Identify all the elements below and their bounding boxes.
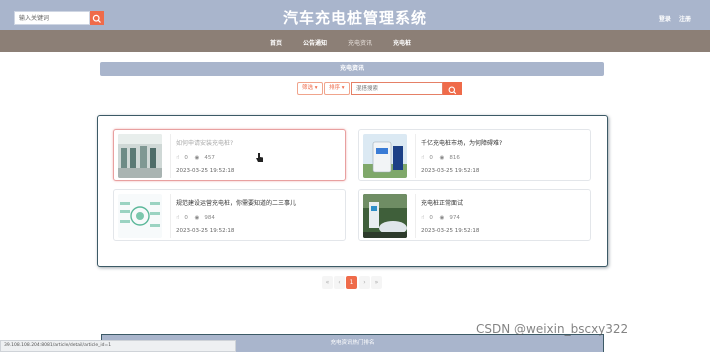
card-divider [415, 194, 416, 238]
pagination-prev[interactable]: ‹ [334, 276, 345, 289]
nav-item-chargers[interactable]: 充电桩 [393, 38, 411, 47]
login-link[interactable]: 登录 [659, 16, 671, 23]
eye-icon: ◉ [439, 155, 445, 161]
articles-panel: 如何申请安装充电桩? ☝ 0 ◉ 457 2023-03-25 19:52:18 千… [97, 115, 608, 267]
article-title[interactable]: 千亿充电桩市场，为何障碍难? [421, 138, 502, 147]
like-count: 0 [429, 215, 433, 221]
nav-item-home[interactable]: 首页 [270, 38, 282, 47]
article-time: 2023-03-25 19:52:18 [421, 228, 480, 234]
search-icon [448, 86, 457, 95]
auth-links: 登录 注册 [653, 14, 691, 23]
card-divider [170, 194, 171, 238]
pagination-first[interactable]: « [322, 276, 333, 289]
view-count: 457 [204, 155, 215, 161]
view-count: 984 [204, 215, 215, 221]
article-card[interactable]: 规范建设运营充电桩，你需要知道的二三事儿 ☝ 0 ◉ 984 2023-03-25 … [113, 189, 346, 241]
eye-icon: ◉ [194, 155, 200, 161]
article-time: 2023-03-25 19:52:18 [176, 168, 235, 174]
main-nav: 首页 公告通知 充电资讯 充电桩 [0, 30, 710, 52]
view-count: 816 [449, 155, 460, 161]
like-count: 0 [429, 155, 433, 161]
card-divider [415, 134, 416, 178]
news-search-button[interactable] [443, 82, 462, 95]
thumbs-up-icon: ☝ [421, 215, 425, 221]
register-link[interactable]: 注册 [679, 16, 691, 23]
pagination-page-1[interactable]: 1 [346, 276, 357, 289]
eye-icon: ◉ [194, 215, 200, 221]
caret-down-icon: ▾ [341, 85, 345, 91]
page: 输入关键词 汽车充电桩管理系统 登录 注册 首页 公告通知 充电资讯 充电桩 充… [0, 0, 710, 352]
article-thumbnail [118, 194, 162, 238]
article-title[interactable]: 如何申请安装充电桩? [176, 138, 233, 147]
article-stats: ☝ 0 ◉ 816 [421, 155, 465, 161]
thumbs-up-icon: ☝ [176, 155, 180, 161]
article-thumbnail [363, 134, 407, 178]
article-title[interactable]: 充电桩正常面试 [421, 198, 463, 207]
article-thumbnail [363, 194, 407, 238]
pagination-last[interactable]: » [371, 276, 382, 289]
article-stats: ☝ 0 ◉ 984 [176, 215, 220, 221]
pagination-next[interactable]: › [359, 276, 370, 289]
card-divider [170, 134, 171, 178]
sort-label: 排序 [329, 85, 341, 91]
article-stats: ☝ 0 ◉ 457 [176, 155, 220, 161]
like-count: 0 [184, 155, 188, 161]
watermark-text: CSDN @weixin_bscxy322 [476, 322, 629, 336]
view-count: 974 [449, 215, 460, 221]
news-search-input[interactable]: 混搭搜索 [351, 82, 443, 95]
section-title-bar: 充电资讯 [100, 62, 604, 76]
article-title[interactable]: 规范建设运营充电桩，你需要知道的二三事儿 [176, 198, 296, 207]
sort-dropdown[interactable]: 排序 ▾ [324, 82, 350, 95]
filter-label: 筛选 [302, 85, 314, 91]
app-title: 汽车充电桩管理系统 [282, 9, 427, 27]
thumbs-up-icon: ☝ [421, 155, 425, 161]
article-card[interactable]: 充电桩正常面试 ☝ 0 ◉ 974 2023-03-25 19:52:18 [358, 189, 591, 241]
thumbs-up-icon: ☝ [176, 215, 180, 221]
status-bar-url: 39.108.108.204:8081/article/detail/artic… [0, 340, 236, 352]
article-thumbnail [118, 134, 162, 178]
nav-item-news[interactable]: 充电资讯 [348, 38, 372, 47]
article-time: 2023-03-25 19:52:18 [176, 228, 235, 234]
filter-dropdown[interactable]: 筛选 ▾ [297, 82, 323, 95]
like-count: 0 [184, 215, 188, 221]
article-stats: ☝ 0 ◉ 974 [421, 215, 465, 221]
caret-down-icon: ▾ [314, 85, 318, 91]
header-bar: 输入关键词 汽车充电桩管理系统 登录 注册 [0, 0, 710, 30]
article-card[interactable]: 千亿充电桩市场，为何障碍难? ☝ 0 ◉ 816 2023-03-25 19:52:… [358, 129, 591, 181]
article-card[interactable]: 如何申请安装充电桩? ☝ 0 ◉ 457 2023-03-25 19:52:18 [113, 129, 346, 181]
article-time: 2023-03-25 19:52:18 [421, 168, 480, 174]
eye-icon: ◉ [439, 215, 445, 221]
nav-item-notices[interactable]: 公告通知 [303, 38, 327, 47]
hand-cursor-icon [256, 153, 263, 162]
